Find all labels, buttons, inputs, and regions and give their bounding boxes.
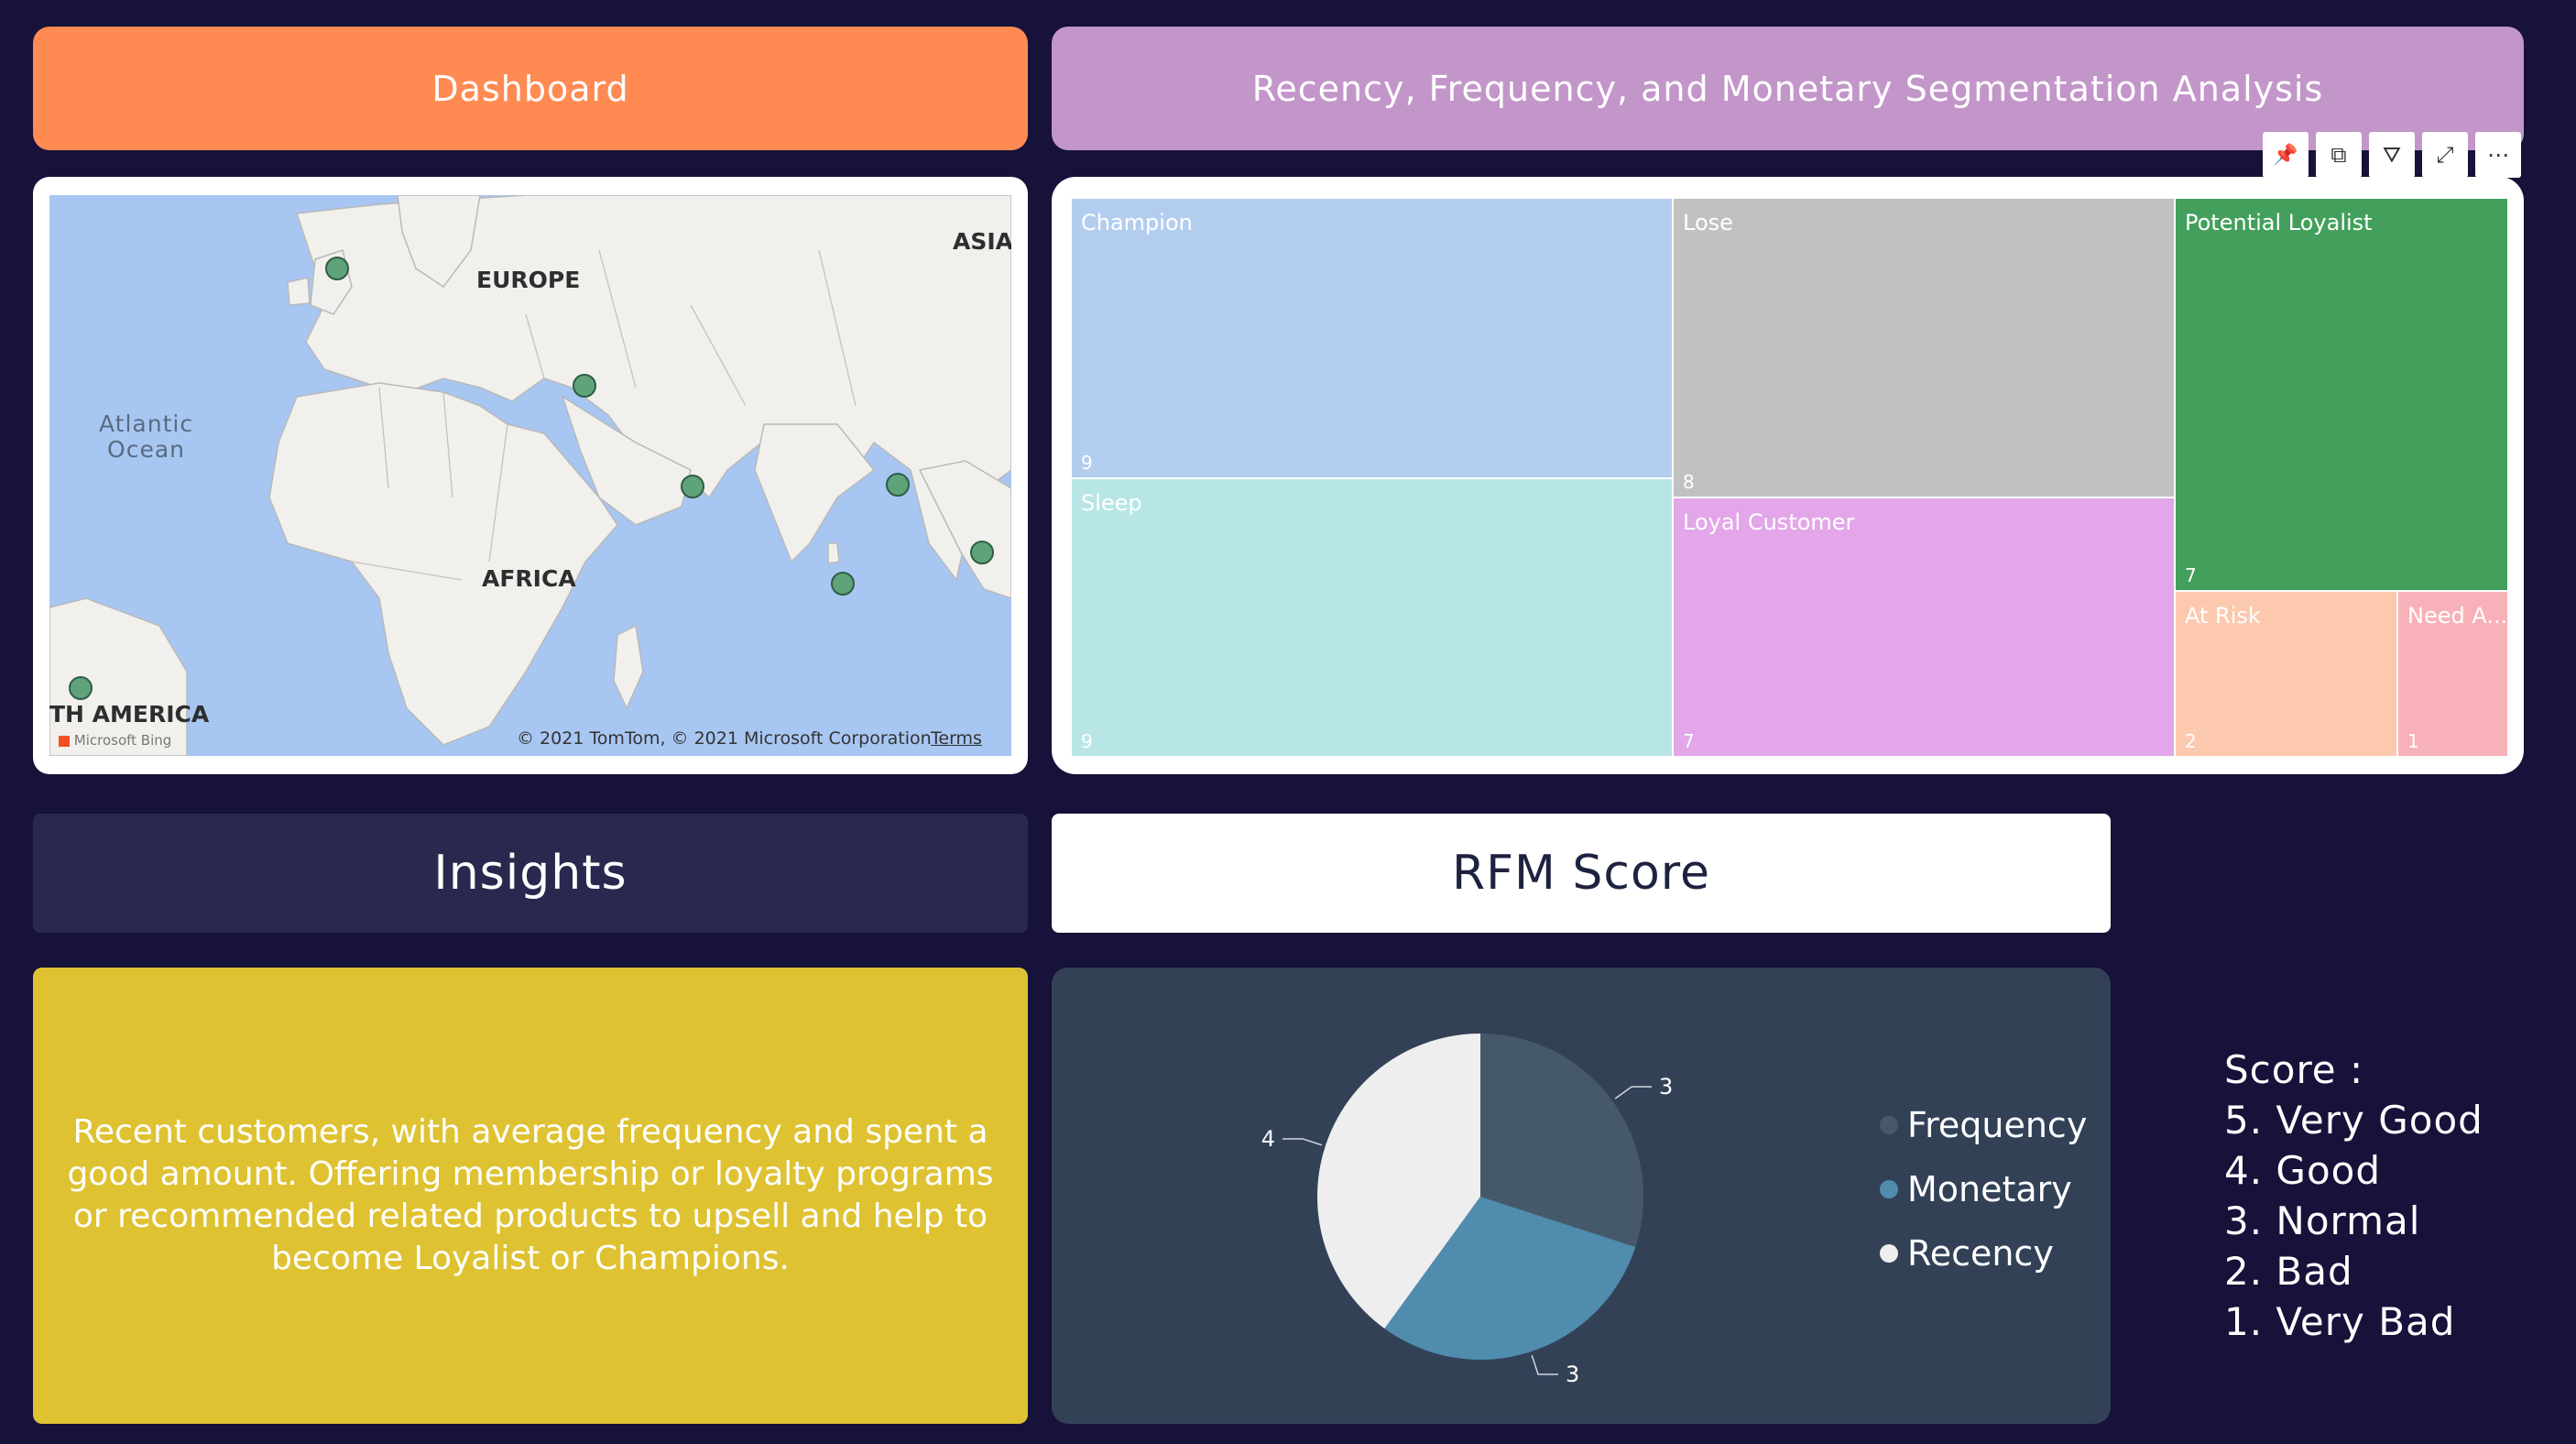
more-options-icon[interactable]: ⋯ bbox=[2475, 132, 2521, 178]
insights-title: Insights bbox=[433, 846, 628, 901]
rfm-treemap[interactable]: Champion 9 Sleep 9 Lose 8 Loyal Customer… bbox=[1052, 177, 2524, 774]
map-marker-uk[interactable] bbox=[325, 257, 349, 280]
treemap-tile-loyal-customer[interactable]: Loyal Customer 7 bbox=[1674, 498, 2174, 756]
pie-leader-line bbox=[1282, 1138, 1323, 1146]
legend-label: Monetary bbox=[1907, 1169, 2072, 1209]
legend-label: Recency bbox=[1907, 1233, 2054, 1274]
treemap-tile-at-risk[interactable]: At Risk 2 bbox=[2176, 592, 2396, 756]
pie-leader-line bbox=[1531, 1354, 1559, 1375]
copy-icon[interactable]: ⧉ bbox=[2316, 132, 2362, 178]
map-attribution: © 2021 TomTom, © 2021 Microsoft Corporat… bbox=[517, 728, 932, 749]
dashboard-header: Dashboard bbox=[33, 27, 1028, 150]
bing-logo: Microsoft Bing bbox=[59, 732, 171, 749]
legend-item-recency[interactable]: Recency bbox=[1880, 1233, 2054, 1274]
treemap-tile-lose[interactable]: Lose 8 bbox=[1674, 199, 2174, 497]
map-marker-vietnam[interactable] bbox=[970, 541, 994, 564]
tile-label: Need A... bbox=[2407, 603, 2508, 629]
tile-value: 8 bbox=[1683, 471, 1695, 493]
insights-card: Recent customers, with average frequency… bbox=[33, 968, 1028, 1424]
map-visual[interactable]: Atlantic Ocean EUROPE ASIA AFRICA TH AME… bbox=[33, 177, 1028, 774]
insights-text: Recent customers, with average frequency… bbox=[67, 1113, 994, 1277]
dashboard-title: Dashboard bbox=[431, 68, 629, 109]
tile-label: Champion bbox=[1081, 210, 1193, 235]
tile-value: 7 bbox=[1683, 730, 1695, 752]
score-legend: Score : 5. Very Good 4. Good 3. Normal 2… bbox=[2224, 1045, 2483, 1347]
map-marker-uae[interactable] bbox=[681, 475, 704, 498]
score-legend-item: 4. Good bbox=[2224, 1148, 2382, 1193]
filter-icon[interactable]: ⛛ bbox=[2369, 132, 2415, 178]
tile-label: Loyal Customer bbox=[1683, 509, 1855, 535]
tile-label: Sleep bbox=[1081, 490, 1142, 516]
legend-item-monetary[interactable]: Monetary bbox=[1880, 1169, 2072, 1209]
map-marker-brazil[interactable] bbox=[69, 676, 93, 700]
treemap-tile-sleep[interactable]: Sleep 9 bbox=[1072, 479, 1672, 756]
insights-header: Insights bbox=[33, 814, 1028, 933]
map-canvas[interactable]: Atlantic Ocean EUROPE ASIA AFRICA TH AME… bbox=[49, 195, 1011, 756]
pie-data-label: 3 bbox=[1566, 1362, 1579, 1387]
tile-label: Lose bbox=[1683, 210, 1733, 235]
tile-label: Potential Loyalist bbox=[2185, 210, 2373, 235]
pin-icon[interactable]: 📌 bbox=[2263, 132, 2309, 178]
tile-value: 1 bbox=[2407, 730, 2419, 752]
rfm-score-header: RFM Score bbox=[1052, 814, 2111, 933]
visual-toolbar: 📌 ⧉ ⛛ ⤢ ⋯ bbox=[2263, 132, 2521, 178]
score-legend-item: 5. Very Good bbox=[2224, 1098, 2483, 1143]
treemap-tile-potential-loyalist[interactable]: Potential Loyalist 7 bbox=[2176, 199, 2507, 590]
legend-dot bbox=[1880, 1244, 1898, 1263]
score-legend-item: 1. Very Bad bbox=[2224, 1299, 2456, 1344]
rfm-score-title: RFM Score bbox=[1451, 846, 1711, 901]
tile-label: At Risk bbox=[2185, 603, 2261, 629]
score-legend-title: Score : bbox=[2224, 1047, 2364, 1092]
pie-data-label: 3 bbox=[1659, 1074, 1673, 1099]
score-legend-item: 2. Bad bbox=[2224, 1249, 2353, 1294]
score-legend-item: 3. Normal bbox=[2224, 1198, 2421, 1243]
map-terms-link[interactable]: Terms bbox=[931, 728, 982, 749]
tile-value: 7 bbox=[2185, 564, 2197, 586]
legend-item-frequency[interactable]: Frequency bbox=[1880, 1105, 2087, 1145]
legend-label: Frequency bbox=[1907, 1105, 2088, 1145]
treemap-tile-need-attention[interactable]: Need A... 1 bbox=[2398, 592, 2507, 756]
map-marker-maldives[interactable] bbox=[831, 572, 855, 596]
pie-leader-line bbox=[1614, 1086, 1653, 1099]
rfm-pie-chart[interactable]: 3 3 4 Frequency Monetary Recency bbox=[1052, 968, 2111, 1424]
legend-dot bbox=[1880, 1180, 1898, 1198]
bing-logo-icon bbox=[59, 735, 70, 747]
treemap-tile-champion[interactable]: Champion 9 bbox=[1072, 199, 1672, 477]
map-markers bbox=[69, 257, 994, 700]
pie-data-label: 4 bbox=[1261, 1126, 1275, 1152]
tile-value: 9 bbox=[1081, 730, 1093, 752]
map-marker-turkey[interactable] bbox=[573, 374, 596, 398]
tile-value: 9 bbox=[1081, 452, 1093, 474]
expand-icon[interactable]: ⤢ bbox=[2422, 132, 2468, 178]
rfm-analysis-title: Recency, Frequency, and Monetary Segment… bbox=[1251, 68, 2324, 109]
legend-dot bbox=[1880, 1116, 1898, 1134]
map-marker-bangladesh[interactable] bbox=[886, 473, 910, 497]
tile-value: 2 bbox=[2185, 730, 2197, 752]
